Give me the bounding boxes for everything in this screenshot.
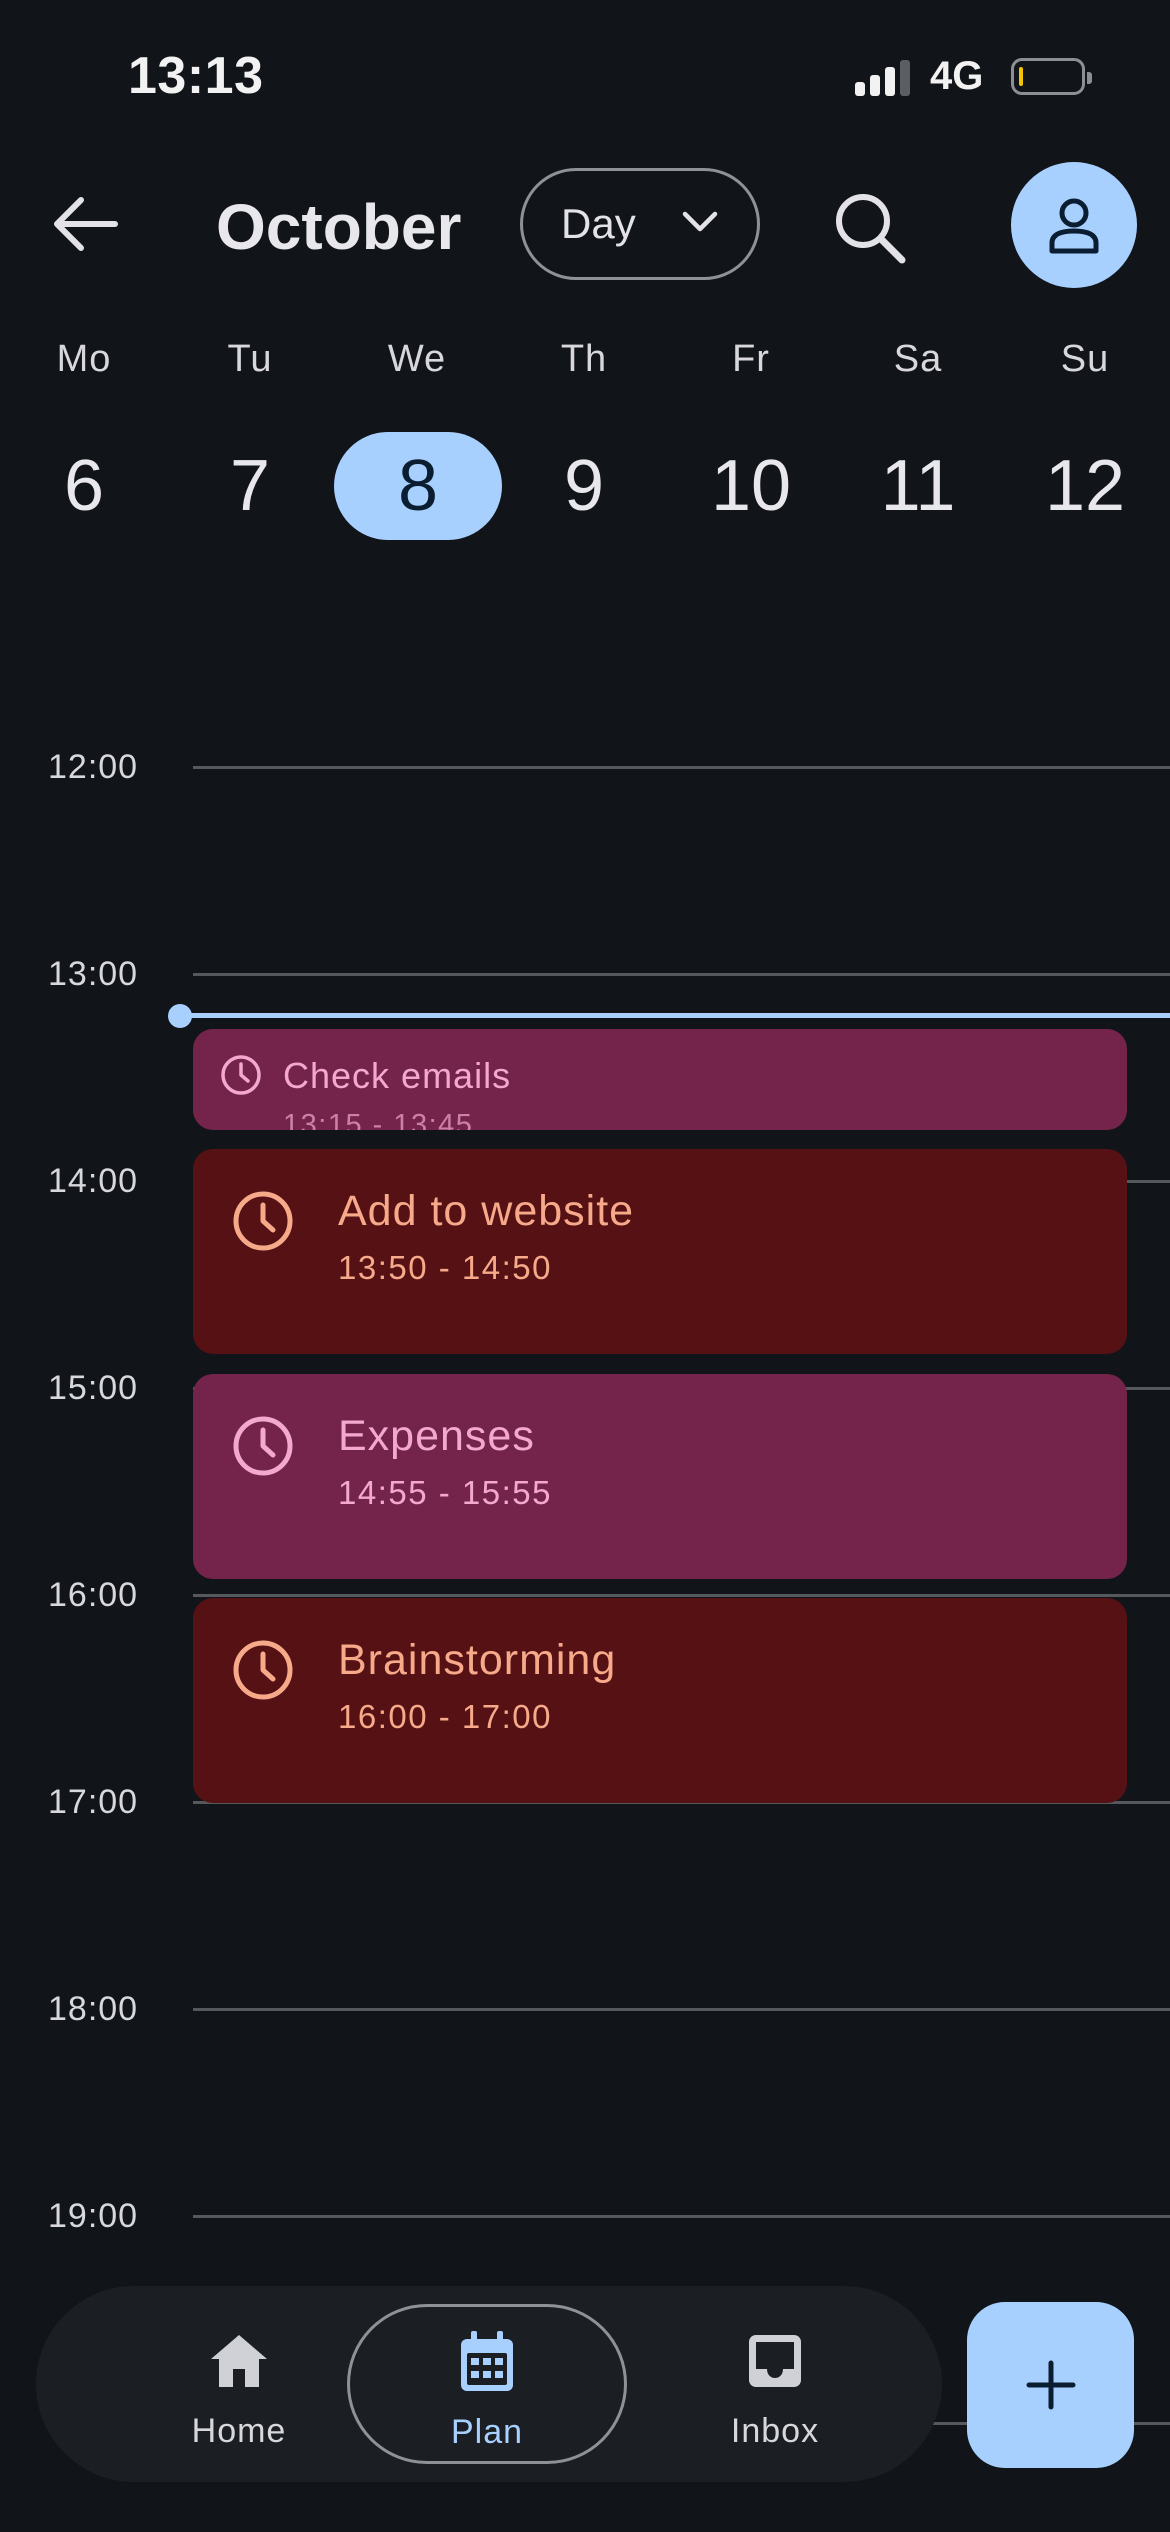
month-title: October [216, 191, 462, 263]
search-button[interactable] [820, 178, 920, 278]
nav-label: Inbox [730, 2412, 820, 2450]
plan-screen: 13:13 4G October Day Mo Tu We Th Fr Sa S… [0, 0, 1170, 2532]
event-brainstorming[interactable]: Brainstorming 16:00 - 17:00 [193, 1598, 1127, 1803]
day-6[interactable]: 6 [0, 432, 168, 540]
day-8-selected[interactable]: 8 [334, 432, 502, 540]
event-title: Expenses [338, 1412, 535, 1460]
view-mode-select[interactable]: Day [520, 168, 760, 280]
day-9[interactable]: 9 [500, 432, 668, 540]
bottom-nav: Home Plan Inbox [36, 2286, 942, 2482]
current-time-dot [168, 1004, 192, 1028]
hour-label: 14:00 [48, 1162, 139, 1200]
event-title: Check emails [283, 1055, 512, 1096]
weekday-label: Fr [732, 338, 770, 380]
signal-icon [855, 58, 915, 96]
calendar-icon [461, 2331, 513, 2391]
view-mode-value: Day [561, 200, 636, 247]
hour-label: 18:00 [48, 1990, 139, 2028]
search-icon [836, 194, 906, 264]
day-12[interactable]: 12 [1001, 432, 1169, 540]
add-event-button[interactable] [967, 2302, 1134, 2468]
battery-icon [1011, 58, 1092, 95]
event-time: 14:55 - 15:55 [338, 1474, 552, 1511]
event-expenses[interactable]: Expenses 14:55 - 15:55 [193, 1374, 1127, 1579]
hour-label: 17:00 [48, 1783, 139, 1821]
clock-icon [233, 1416, 293, 1476]
person-icon [1049, 198, 1099, 254]
clock-icon [233, 1640, 293, 1700]
event-title: Brainstorming [338, 1636, 617, 1684]
weekday-label: We [387, 338, 447, 380]
inbox-icon [749, 2335, 801, 2387]
hour-gridline [193, 973, 1170, 976]
hour-label: 15:00 [48, 1369, 139, 1407]
home-icon [211, 2335, 267, 2387]
hour-label: 13:00 [48, 955, 139, 993]
event-add-to-website[interactable]: Add to website 13:50 - 14:50 [193, 1149, 1127, 1354]
hour-label: 19:00 [48, 2197, 139, 2235]
nav-label: Home [191, 2412, 287, 2450]
event-time: 13:15 - 13:45 [283, 1109, 474, 1130]
hour-gridline [193, 1594, 1170, 1597]
event-time: 16:00 - 17:00 [338, 1698, 552, 1735]
status-time: 13:13 [128, 47, 264, 105]
event-time: 13:50 - 14:50 [338, 1249, 552, 1286]
nav-inbox[interactable]: Inbox [635, 2286, 915, 2482]
hour-label: 16:00 [48, 1576, 139, 1614]
back-button[interactable] [40, 180, 128, 268]
clock-icon [233, 1191, 293, 1251]
day-11[interactable]: 11 [834, 432, 1002, 540]
weekday-label: Th [560, 338, 608, 380]
weekday-label: Mo [56, 338, 112, 380]
hour-gridline [193, 2008, 1170, 2011]
plus-icon [1026, 2360, 1075, 2410]
network-type: 4G [930, 54, 984, 98]
profile-button[interactable] [1011, 162, 1137, 288]
weekday-label: Tu [227, 338, 273, 380]
event-check-emails[interactable]: Check emails 13:15 - 13:45 [193, 1029, 1127, 1130]
arrow-left-icon [54, 197, 118, 251]
weekday-label: Sa [893, 338, 943, 380]
hour-gridline [193, 2215, 1170, 2218]
day-7[interactable]: 7 [166, 432, 334, 540]
nav-label: Plan [450, 2413, 524, 2451]
hour-label: 12:00 [48, 748, 139, 786]
event-title: Add to website [338, 1187, 635, 1235]
nav-home[interactable]: Home [99, 2286, 379, 2482]
weekday-label: Su [1060, 338, 1110, 380]
clock-icon [221, 1055, 261, 1095]
hour-gridline [193, 766, 1170, 769]
nav-plan[interactable]: Plan [347, 2304, 627, 2464]
day-10[interactable]: 10 [667, 432, 835, 540]
current-time-indicator [178, 1013, 1170, 1018]
chevron-down-icon [682, 211, 718, 232]
